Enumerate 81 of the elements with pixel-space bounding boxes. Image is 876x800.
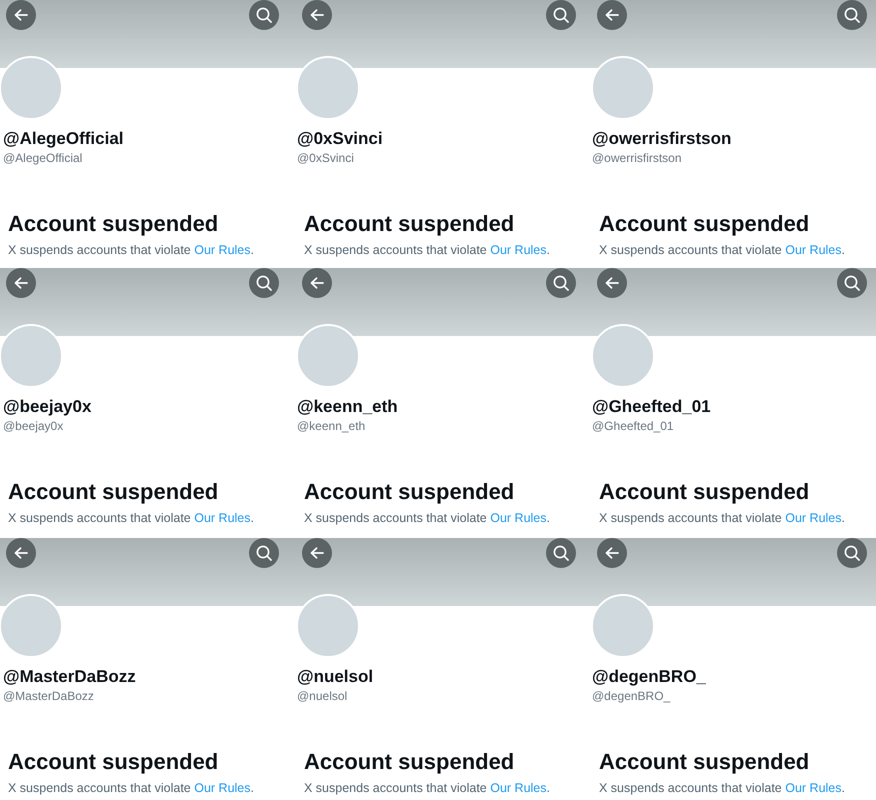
display-name: @Gheefted_01 — [592, 396, 711, 418]
search-button[interactable] — [546, 538, 576, 568]
search-button[interactable] — [546, 268, 576, 298]
suspension-message: X suspends accounts that violate Our Rules. — [304, 780, 550, 797]
search-button[interactable] — [249, 538, 279, 568]
arrow-left-icon — [310, 9, 324, 21]
search-button[interactable] — [249, 268, 279, 298]
suspension-message: X suspends accounts that violate Our Rules. — [304, 242, 550, 259]
back-button[interactable] — [302, 268, 332, 298]
username: @AlegeOfficial — [3, 150, 82, 166]
suspension-heading: Account suspended — [599, 748, 810, 776]
suspension-message: X suspends accounts that violate Our Rules. — [304, 510, 550, 527]
display-name: @owerrisfirstson — [592, 128, 732, 150]
suspension-message: X suspends accounts that violate Our Rules. — [8, 510, 254, 527]
back-button[interactable] — [6, 0, 36, 30]
suspension-heading: Account suspended — [8, 748, 218, 776]
search-button[interactable] — [837, 0, 867, 30]
suspension-message: X suspends accounts that violate Our Rules. — [599, 510, 845, 527]
arrow-left-icon — [14, 277, 28, 289]
username: @0xSvinci — [297, 150, 354, 166]
back-button[interactable] — [597, 268, 627, 298]
display-name: @AlegeOfficial — [3, 128, 124, 150]
search-icon — [256, 275, 272, 291]
back-button[interactable] — [302, 0, 332, 30]
suspension-heading: Account suspended — [599, 478, 810, 506]
suspension-message: X suspends accounts that violate Our Rules. — [599, 780, 845, 797]
username: @MasterDaBozz — [3, 688, 94, 704]
arrow-left-icon — [310, 547, 324, 559]
rules-link[interactable]: Our Rules — [194, 243, 251, 257]
rules-link[interactable]: Our Rules — [490, 243, 547, 257]
rules-link[interactable]: Our Rules — [785, 243, 842, 257]
suspension-heading: Account suspended — [304, 748, 514, 776]
rules-link[interactable]: Our Rules — [194, 781, 251, 795]
arrow-left-icon — [605, 9, 619, 21]
rules-link[interactable]: Our Rules — [194, 511, 251, 525]
username: @beejay0x — [3, 418, 64, 434]
suspension-message: X suspends accounts that violate Our Rules. — [8, 242, 254, 259]
back-button[interactable] — [597, 0, 627, 30]
arrow-left-icon — [14, 547, 28, 559]
search-button[interactable] — [249, 0, 279, 30]
search-button[interactable] — [837, 538, 867, 568]
search-button[interactable] — [546, 0, 576, 30]
display-name: @keenn_eth — [297, 396, 398, 418]
search-icon — [553, 7, 569, 23]
display-name: @MasterDaBozz — [3, 666, 136, 688]
arrow-left-icon — [605, 547, 619, 559]
username: @Gheefted_01 — [592, 418, 674, 434]
arrow-left-icon — [605, 277, 619, 289]
username: @owerrisfirstson — [592, 150, 682, 166]
search-icon — [553, 275, 569, 291]
back-button[interactable] — [302, 538, 332, 568]
arrow-left-icon — [14, 9, 28, 21]
rules-link[interactable]: Our Rules — [785, 781, 842, 795]
username: @degenBRO_ — [592, 688, 670, 704]
username: @keenn_eth — [297, 418, 366, 434]
display-name: @nuelsol — [297, 666, 374, 688]
suspension-heading: Account suspended — [304, 210, 514, 238]
username: @nuelsol — [297, 688, 348, 704]
suspension-heading: Account suspended — [8, 478, 218, 506]
search-icon — [844, 7, 860, 23]
back-button[interactable] — [6, 268, 36, 298]
search-icon — [844, 545, 860, 561]
display-name: @beejay0x — [3, 396, 92, 418]
rules-link[interactable]: Our Rules — [490, 781, 547, 795]
suspension-message: X suspends accounts that violate Our Rules. — [599, 242, 845, 259]
search-icon — [844, 275, 860, 291]
back-button[interactable] — [597, 538, 627, 568]
suspension-heading: Account suspended — [599, 210, 810, 238]
back-button[interactable] — [6, 538, 36, 568]
display-name: @degenBRO_ — [592, 666, 706, 688]
arrow-left-icon — [310, 277, 324, 289]
search-icon — [553, 545, 569, 561]
suspension-heading: Account suspended — [304, 478, 514, 506]
search-icon — [256, 7, 272, 23]
search-icon — [256, 545, 272, 561]
search-button[interactable] — [837, 268, 867, 298]
suspension-heading: Account suspended — [8, 210, 218, 238]
rules-link[interactable]: Our Rules — [785, 511, 842, 525]
suspension-message: X suspends accounts that violate Our Rules. — [8, 780, 254, 797]
display-name: @0xSvinci — [297, 128, 383, 150]
rules-link[interactable]: Our Rules — [490, 511, 547, 525]
